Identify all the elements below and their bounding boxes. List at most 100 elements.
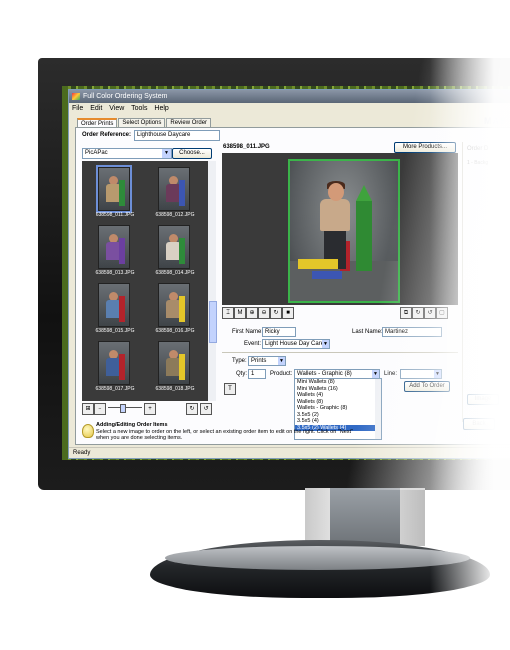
qty-field[interactable]: 1 <box>248 369 266 379</box>
image-viewer <box>222 153 458 305</box>
monitor-neck-inner <box>330 488 400 544</box>
order-details-header: Order D <box>467 146 489 152</box>
thumbnail-photo <box>158 341 190 385</box>
selected-photo <box>288 159 400 303</box>
app-icon <box>72 93 80 100</box>
type-label: Type: <box>232 358 247 364</box>
menu-file[interactable]: File <box>72 105 83 112</box>
rotate-right-icon[interactable]: ↻ <box>186 403 198 415</box>
subject-order-form: First Name: Ricky Last Name: Martinez Ev… <box>222 322 458 440</box>
menu-bar: File Edit View Tools Help <box>69 103 510 114</box>
help-description: Select a new image to order on the left,… <box>96 429 354 441</box>
more-products-button[interactable]: More Products... <box>394 142 456 153</box>
thumbnail-item[interactable]: 638598_014.JPG <box>146 223 202 281</box>
crop-icon[interactable]: ⌶ <box>222 307 234 319</box>
thumbnail-item[interactable]: 638598_013.JPG <box>86 223 142 281</box>
rotate-icon[interactable]: ↻ <box>270 307 282 319</box>
monitor-screen: Full Color Ordering System File Edit Vie… <box>62 86 510 460</box>
product-select-value: Wallets - Graphic (8) <box>297 371 352 377</box>
event-select-value: Light House Day Care <box>265 341 325 347</box>
thumbnail-caption: 638598_015.JPG <box>95 328 135 334</box>
thumbnail-caption: 638598_014.JPG <box>155 270 195 276</box>
menu-view[interactable]: View <box>109 105 124 112</box>
type-select[interactable]: Prints ▼ <box>248 356 286 366</box>
thumbnail-caption: 638598_011.JPG <box>95 212 135 218</box>
zoom-in-icon[interactable]: ⊕ <box>246 307 258 319</box>
last-name-field[interactable]: Martinez <box>382 327 442 337</box>
order-reference-label: Order Reference: <box>82 132 132 138</box>
qty-label: Qty: <box>236 371 248 377</box>
mirror-icon[interactable]: M <box>234 307 246 319</box>
monitor-base-top <box>165 546 470 570</box>
thumbnail-caption: 638598_017.JPG <box>95 386 135 392</box>
thumbnail-photo <box>98 341 130 385</box>
undo-icon[interactable]: ↺ <box>424 307 436 319</box>
image-toolbar: ⌶ M ⊕ ⊖ ↻ ■ ⧉ ↻ ↺ ▢ <box>222 307 458 319</box>
thumbnail-item[interactable]: 638598_012.JPG <box>146 165 202 223</box>
package-select-value: PicAPac <box>85 150 108 156</box>
event-label: Event: <box>244 341 262 347</box>
zoom-out-icon[interactable]: ⊖ <box>258 307 270 319</box>
fit-icon[interactable]: ⊞ <box>82 403 94 415</box>
event-select[interactable]: Light House Day Care ▼ <box>262 339 330 349</box>
zoom-in-icon[interactable]: + <box>144 403 156 415</box>
frame-icon[interactable]: ■ <box>282 307 294 319</box>
thumbnail-item[interactable]: 638598_015.JPG <box>86 281 142 339</box>
order-details-pane: Order D 1 - Backg Image Back <box>462 142 510 430</box>
thumbnail-caption: 638598_016.JPG <box>155 328 195 334</box>
thumbnail-photo <box>96 165 132 213</box>
thumbnail-caption: 638598_012.JPG <box>155 212 195 218</box>
order-reference-input[interactable]: Lighthouse Daycare <box>134 130 220 141</box>
help-info: Adding/Editing Order Items Select a new … <box>82 422 372 442</box>
zoom-slider-handle[interactable] <box>120 404 126 413</box>
order-line-item[interactable]: 1 - Backg <box>467 160 488 166</box>
line-select[interactable]: ▼ <box>400 369 442 379</box>
chevron-down-icon: ▼ <box>278 357 285 365</box>
first-name-field[interactable]: Ricky <box>262 327 296 337</box>
thumbnail-item[interactable]: 638598_011.JPG <box>86 165 142 223</box>
thumbnail-item[interactable]: 638598_018.JPG <box>146 339 202 397</box>
help-title: Adding/Editing Order Items <box>96 422 168 428</box>
chevron-down-icon: ▼ <box>434 370 441 378</box>
choose-button[interactable]: Choose... <box>172 148 212 159</box>
chevron-down-icon: ▼ <box>372 370 379 378</box>
window-title: Full Color Ordering System <box>83 93 168 100</box>
thumbnail-item[interactable]: 638598_017.JPG <box>86 339 142 397</box>
first-name-label: First Name: <box>232 329 264 335</box>
menu-tools[interactable]: Tools <box>131 105 147 112</box>
zoom-bar: ⊞ − + ↻ ↺ <box>82 403 216 415</box>
thumbnail-scrollbar[interactable] <box>208 161 217 401</box>
line-label: Line: <box>384 371 398 377</box>
form-divider <box>222 352 458 353</box>
text-icon[interactable]: T <box>224 383 236 395</box>
border-icon[interactable]: ▢ <box>436 307 448 319</box>
menu-edit[interactable]: Edit <box>90 105 102 112</box>
lightbulb-icon <box>82 424 94 438</box>
zoom-out-icon[interactable]: − <box>94 403 106 415</box>
last-name-label: Last Name: <box>352 329 383 335</box>
product-label: Product: <box>270 371 293 377</box>
redo-icon[interactable]: ↻ <box>412 307 424 319</box>
thumbnail-caption: 638598_018.JPG <box>155 386 195 392</box>
image-button[interactable]: Image <box>467 394 499 405</box>
status-bar: Ready <box>69 447 510 458</box>
brand-corner-text: MAS <box>484 116 507 126</box>
add-to-order-button[interactable]: Add To Order <box>404 381 450 392</box>
menu-help[interactable]: Help <box>154 105 168 112</box>
back-button[interactable]: Back <box>463 418 495 430</box>
dropdown-scrollbar[interactable] <box>375 379 381 439</box>
rotate-left-icon[interactable]: ↺ <box>200 403 212 415</box>
window-titlebar[interactable]: Full Color Ordering System <box>69 90 510 103</box>
scrollbar-thumb[interactable] <box>209 301 217 343</box>
thumbnail-item[interactable]: 638598_016.JPG <box>146 281 202 339</box>
thumbnail-photo <box>98 225 130 269</box>
thumbnail-photo <box>98 283 130 327</box>
copy-icon[interactable]: ⧉ <box>400 307 412 319</box>
package-select[interactable]: PicAPac ▼ <box>82 148 172 159</box>
thumbnail-photo <box>158 283 190 327</box>
thumbnail-grid: 638598_011.JPG 638598_012.JPG 638598_013… <box>82 161 208 401</box>
thumbnail-caption: 638598_013.JPG <box>95 270 135 276</box>
chevron-down-icon: ▼ <box>322 340 329 348</box>
thumbnail-photo <box>158 225 190 269</box>
image-detail-pane: 638598_011.JPG More Products... ⌶ M ⊕ ⊖ … <box>222 142 458 440</box>
